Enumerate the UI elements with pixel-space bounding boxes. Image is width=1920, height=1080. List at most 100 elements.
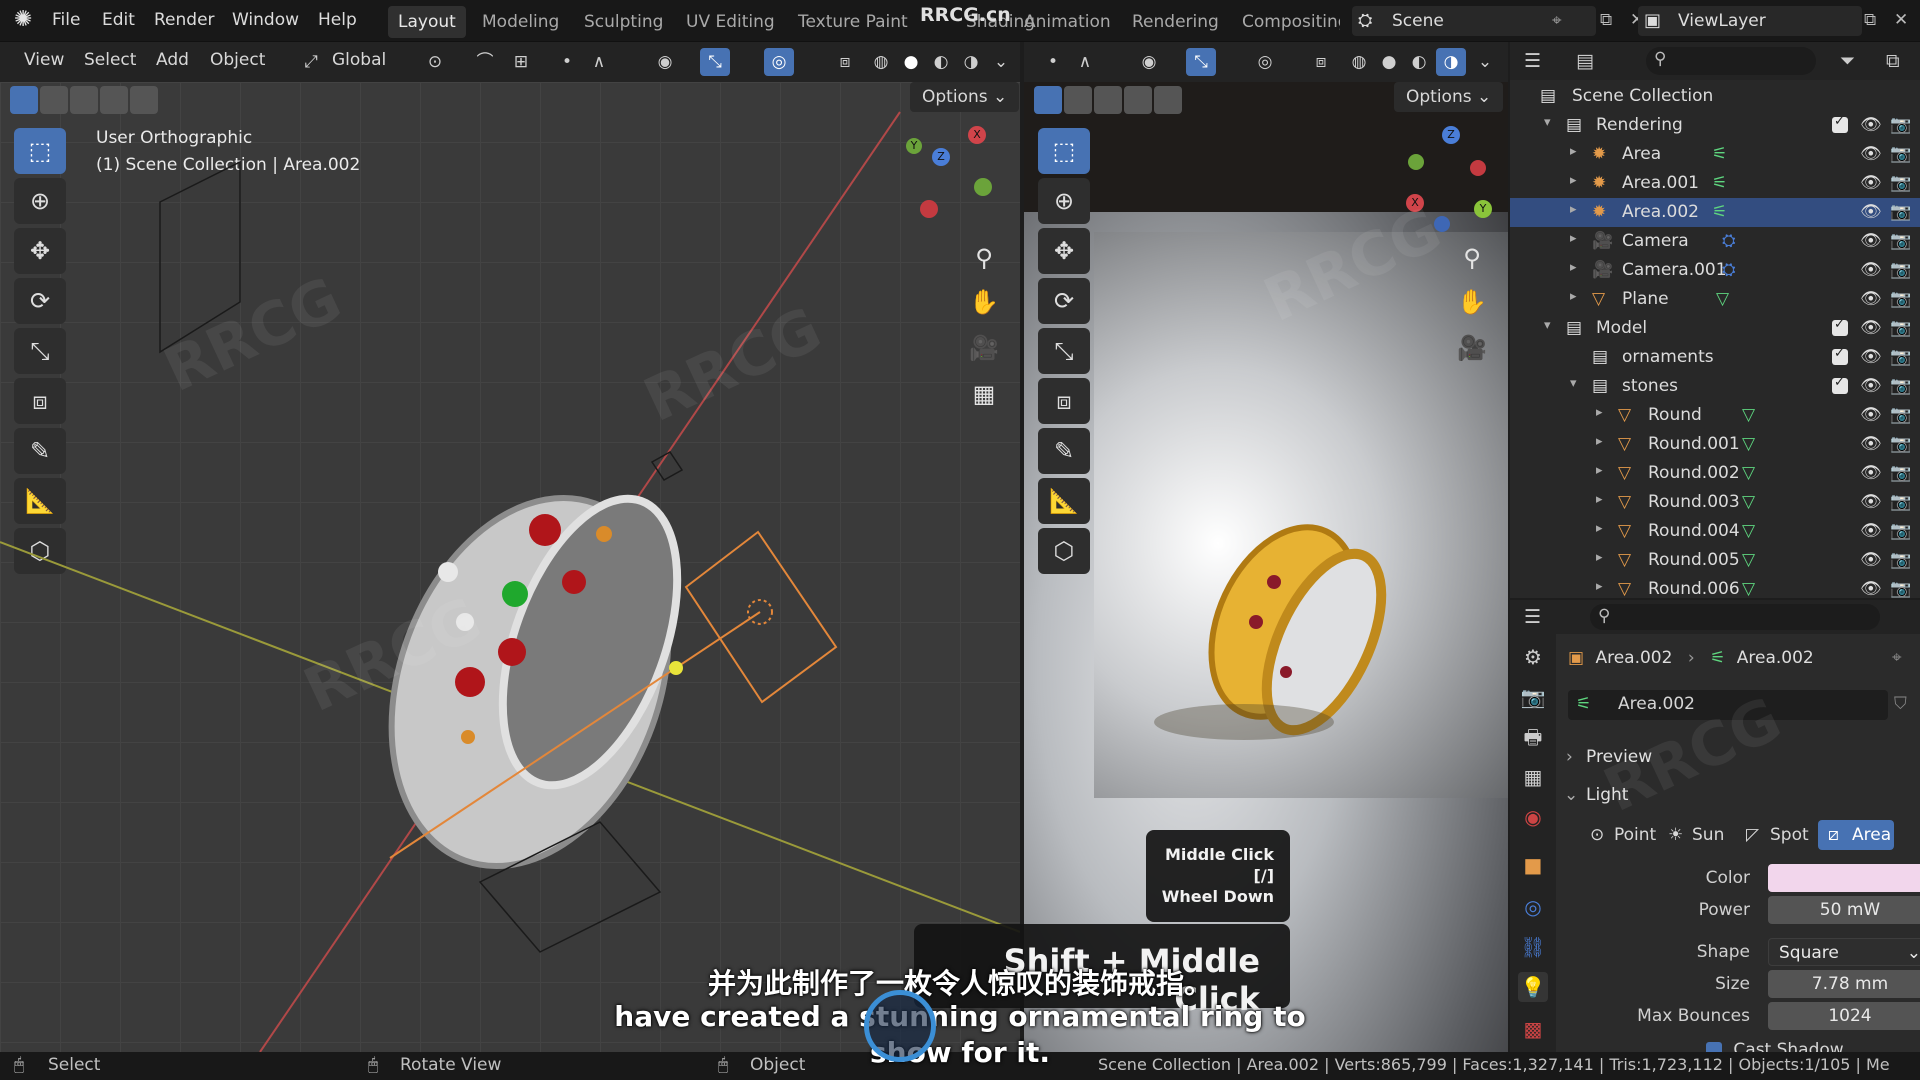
wireframe-shading-icon-right[interactable]: ◍ <box>1344 48 1374 76</box>
panel-light-header[interactable]: ⌄ Light <box>1556 778 1920 812</box>
editor-type-icon[interactable]: ☰ <box>1524 50 1541 72</box>
snap-target-icon[interactable]: ⊞ <box>506 48 536 76</box>
render-camera-icon[interactable]: 📷 <box>1890 376 1911 396</box>
snap-icon[interactable]: ⌒ <box>470 48 500 76</box>
shading-options-icon[interactable]: ⌄ <box>986 48 1016 76</box>
menu-render[interactable]: Render <box>152 0 217 42</box>
proportional-edit-icon-right[interactable]: • <box>1038 48 1068 76</box>
panel-preview-header[interactable]: › Preview <box>1556 740 1920 774</box>
render-camera-icon[interactable]: 📷 <box>1890 492 1911 512</box>
eye-icon[interactable]: 👁 <box>1860 579 1882 598</box>
light-type-sun[interactable]: ☀ Sun <box>1658 820 1730 850</box>
outliner-row[interactable]: ▸ ✹ Area.002 ⚟ 👁 📷 <box>1510 198 1920 227</box>
mesh-data-icon[interactable]: ▽ <box>1742 463 1755 483</box>
camera-data-icon[interactable]: ⛭ <box>1722 260 1736 280</box>
shape-dropdown[interactable]: Square ⌄ <box>1768 938 1920 966</box>
visibility-icon[interactable]: ◉ <box>650 48 680 76</box>
expand-arrow-icon[interactable]: ▸ <box>1570 260 1577 275</box>
expand-arrow-icon[interactable]: ▸ <box>1596 434 1603 449</box>
new-scene-icon[interactable]: ⧉ <box>1600 10 1612 30</box>
gizmo-y-icon[interactable]: Y <box>906 138 922 154</box>
menu-view[interactable]: View <box>24 50 64 70</box>
light-data-icon[interactable]: ⚟ <box>1712 202 1727 222</box>
menu-add[interactable]: Add <box>156 50 189 70</box>
eye-icon[interactable]: 👁 <box>1860 115 1882 135</box>
gizmo-neg-x-icon[interactable] <box>920 200 938 218</box>
render-tab-icon[interactable]: 📷 <box>1518 682 1548 712</box>
expand-arrow-icon[interactable]: ▸ <box>1570 231 1577 246</box>
light-type-point[interactable]: ⊙ Point <box>1580 820 1656 850</box>
eye-icon[interactable]: 👁 <box>1860 347 1882 367</box>
eye-icon[interactable]: 👁 <box>1860 376 1882 396</box>
light-datablock-field[interactable]: ⚟ Area.002 <box>1568 690 1888 720</box>
eye-icon[interactable]: 👁 <box>1860 463 1882 483</box>
falloff-icon-right[interactable]: ∧ <box>1070 48 1100 76</box>
overlay-icon-right[interactable]: ◎ <box>1250 48 1280 76</box>
gizmo-z-icon-right[interactable]: Z <box>1442 126 1460 144</box>
wireframe-shading-icon[interactable]: ◍ <box>866 48 896 76</box>
eye-icon[interactable]: 👁 <box>1860 289 1882 309</box>
physics-tab-icon[interactable]: ◎ <box>1518 892 1548 922</box>
gizmo-neg-z-icon-right[interactable] <box>1434 216 1450 232</box>
zoom-icon[interactable]: ⚲ <box>964 238 1004 278</box>
expand-arrow-icon[interactable]: ▸ <box>1596 579 1603 594</box>
tab-modeling[interactable]: Modeling <box>472 6 569 38</box>
mesh-data-icon[interactable]: ▽ <box>1716 289 1729 309</box>
pin-properties-icon[interactable]: ⌖ <box>1892 648 1902 668</box>
blender-logo-icon[interactable]: ✺ <box>12 0 34 42</box>
pan-hand-icon-right[interactable]: ✋ <box>1452 282 1492 322</box>
mesh-data-icon[interactable]: ▽ <box>1742 550 1755 570</box>
properties-editor-icon[interactable]: ☰ <box>1524 606 1541 628</box>
eye-icon[interactable]: 👁 <box>1860 144 1882 164</box>
eye-icon[interactable]: 👁 <box>1860 550 1882 570</box>
render-camera-icon[interactable]: 📷 <box>1890 231 1911 251</box>
mesh-data-icon[interactable]: ▽ <box>1742 492 1755 512</box>
light-data-icon[interactable]: ⚟ <box>1712 144 1727 164</box>
max-bounces-field[interactable]: 1024 <box>1768 1002 1920 1030</box>
camera-data-icon[interactable]: ⛭ <box>1722 231 1736 251</box>
xray-icon[interactable]: ⧈ <box>830 48 860 76</box>
outliner-row[interactable]: ▸ 🎥 Camera ⛭ 👁 📷 <box>1510 227 1920 256</box>
ortho-grid-icon[interactable]: ▦ <box>964 374 1004 414</box>
navigation-gizmo-right[interactable]: Z X Y <box>1394 126 1494 232</box>
render-camera-icon[interactable]: 📷 <box>1890 463 1911 483</box>
expand-arrow-icon[interactable]: ▸ <box>1570 173 1577 188</box>
outliner-row[interactable]: ▸ ▽ Plane ▽ 👁 📷 <box>1510 285 1920 314</box>
gizmo-neg-x-icon-right[interactable] <box>1470 160 1486 176</box>
eye-icon[interactable]: 👁 <box>1860 260 1882 280</box>
solid-shading-icon[interactable]: ● <box>896 48 926 76</box>
constraints-tab-icon[interactable]: ⛓ <box>1518 932 1548 962</box>
pin-icon[interactable]: ⌖ <box>1552 6 1562 36</box>
collection-exclude-checkbox[interactable] <box>1832 346 1848 365</box>
eye-icon[interactable]: 👁 <box>1860 318 1882 338</box>
outliner-row[interactable]: ▾ ▤ stones 👁 📷 <box>1510 372 1920 401</box>
falloff-icon[interactable]: ∧ <box>584 48 614 76</box>
solid-shading-icon-right[interactable]: ● <box>1374 48 1404 76</box>
render-camera-icon[interactable]: 📷 <box>1890 550 1911 570</box>
menu-select[interactable]: Select <box>84 50 136 70</box>
cast-shadow-checkbox[interactable]: Cast Shadow <box>1706 1040 1844 1052</box>
mesh-data-icon[interactable]: ▽ <box>1742 434 1755 454</box>
scene-selector[interactable]: ⛭ Scene ⌖ <box>1352 6 1596 36</box>
expand-arrow-icon[interactable]: ▸ <box>1596 492 1603 507</box>
render-camera-icon[interactable]: 📷 <box>1890 202 1911 222</box>
menu-help[interactable]: Help <box>316 0 359 42</box>
texture-tab-icon[interactable]: ▩ <box>1518 1014 1548 1044</box>
outliner-row[interactable]: ▸ ▽ Round.005 ▽ 👁 📷 <box>1510 546 1920 575</box>
light-type-spot[interactable]: ◸ Spot <box>1736 820 1812 850</box>
display-mode-icon[interactable]: ▤ <box>1576 50 1594 72</box>
eye-icon[interactable]: 👁 <box>1860 173 1882 193</box>
expand-arrow-icon[interactable]: ▸ <box>1570 289 1577 304</box>
expand-arrow-icon[interactable]: ▸ <box>1570 202 1577 217</box>
navigation-gizmo[interactable]: Y Z X <box>906 126 1006 226</box>
outliner-row-scene-collection[interactable]: ▤ Scene Collection <box>1510 82 1920 111</box>
eye-icon[interactable]: 👁 <box>1860 492 1882 512</box>
transform-orientation-icon[interactable]: ⤢ <box>296 48 326 76</box>
delete-view-layer-icon[interactable]: ✕ <box>1894 10 1908 30</box>
outliner-row[interactable]: ▸ ✹ Area ⚟ 👁 📷 <box>1510 140 1920 169</box>
tab-texture-paint[interactable]: Texture Paint <box>788 6 918 38</box>
outliner-row[interactable]: ▸ ✹ Area.001 ⚟ 👁 📷 <box>1510 169 1920 198</box>
eye-icon[interactable]: 👁 <box>1860 405 1882 425</box>
menu-window[interactable]: Window <box>230 0 301 42</box>
mesh-data-icon[interactable]: ▽ <box>1742 405 1755 425</box>
